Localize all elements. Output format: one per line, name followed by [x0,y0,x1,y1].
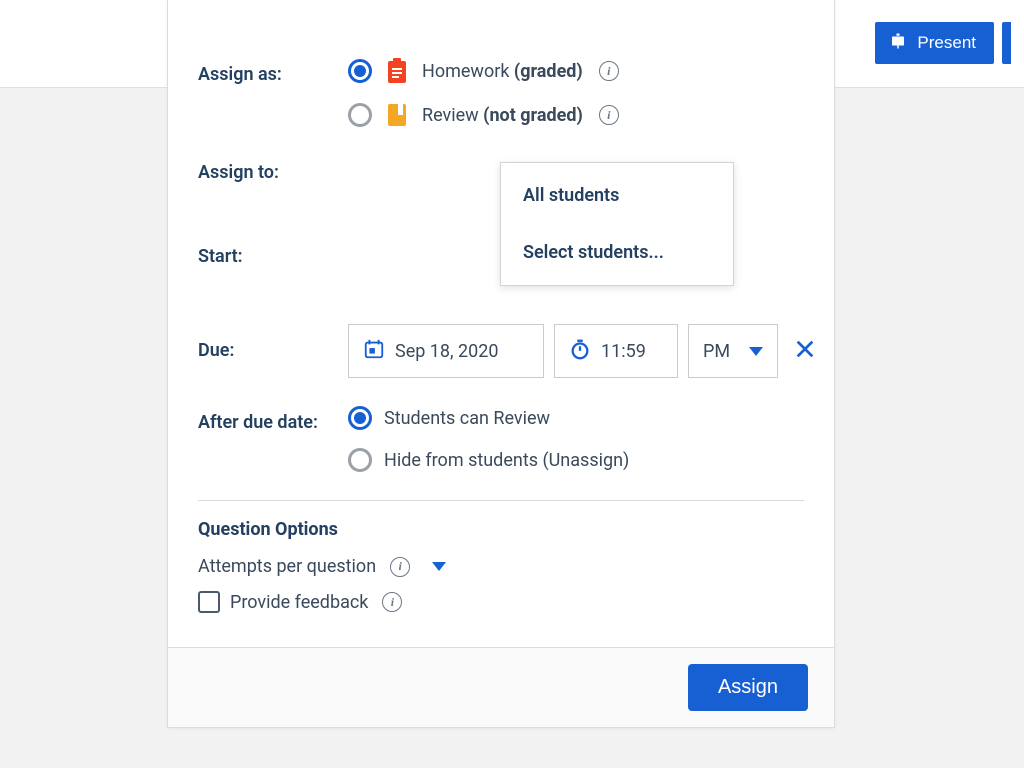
clear-due-button[interactable] [788,337,822,365]
stopwatch-icon [569,338,591,365]
info-icon[interactable]: i [599,61,619,81]
label-due: Due: [198,324,348,361]
close-icon [794,338,816,360]
can-review-text: Students can Review [384,408,550,429]
due-ampm-field[interactable]: PM [688,324,778,378]
dropdown-item-select-students[interactable]: Select students... [501,228,733,285]
radio-can-review[interactable] [348,406,372,430]
option-can-review[interactable]: Students can Review [348,406,804,430]
info-icon[interactable]: i [390,557,410,577]
attempts-label: Attempts per question [198,556,376,577]
radio-hide[interactable] [348,448,372,472]
radio-homework[interactable] [348,59,372,83]
label-after-due: After due date: [198,406,348,433]
modal-footer: Assign [168,647,834,727]
feedback-label: Provide feedback [230,592,368,613]
dropdown-item-all-students[interactable]: All students [501,163,733,228]
hide-text: Hide from students (Unassign) [384,450,629,471]
present-button[interactable]: Present [875,22,994,64]
present-label: Present [917,33,976,53]
chevron-down-icon [432,562,446,571]
clipboard-icon [384,58,410,84]
info-icon[interactable]: i [382,592,402,612]
homework-text: Homework (graded) [422,61,583,82]
assign-button[interactable]: Assign [688,664,808,711]
presentation-icon [889,32,907,55]
label-start: Start: [198,240,348,267]
option-review[interactable]: Review (not graded) i [348,102,804,128]
radio-review[interactable] [348,103,372,127]
modal-body: Assign as: Homework (graded) i Review (n… [168,0,834,647]
label-assign-as: Assign as: [198,58,348,85]
book-icon [384,102,410,128]
after-due-options: Students can Review Hide from students (… [348,406,804,472]
row-due: Due: Sep 18, 2020 11:59 PM [198,324,804,378]
attempts-option[interactable]: Attempts per question i [198,556,804,577]
due-date-field[interactable]: Sep 18, 2020 [348,324,544,378]
feedback-option: Provide feedback i [198,591,804,613]
present-button-group: Present [875,22,1011,64]
question-options-title: Question Options [198,519,804,540]
due-ampm-value: PM [703,341,730,362]
info-icon[interactable]: i [599,105,619,125]
option-homework[interactable]: Homework (graded) i [348,58,804,84]
chevron-down-icon [749,347,763,356]
row-after-due: After due date: Students can Review Hide… [198,406,804,472]
label-assign-to: Assign to: [198,156,348,183]
due-time-field[interactable]: 11:59 [554,324,678,378]
assign-to-dropdown: All students Select students... [500,162,734,286]
review-text: Review (not graded) [422,105,583,126]
option-hide[interactable]: Hide from students (Unassign) [348,448,804,472]
calendar-icon [363,338,385,365]
row-assign-as: Assign as: Homework (graded) i Review (n… [198,58,804,128]
assign-as-options: Homework (graded) i Review (not graded) … [348,58,804,128]
due-date-value: Sep 18, 2020 [395,341,499,362]
present-dropdown-toggle[interactable] [1002,22,1011,64]
divider [198,500,804,501]
feedback-checkbox[interactable] [198,591,220,613]
due-fields: Sep 18, 2020 11:59 PM [348,324,822,378]
assign-modal: Assign as: Homework (graded) i Review (n… [167,0,835,728]
due-time-value: 11:59 [601,341,646,362]
